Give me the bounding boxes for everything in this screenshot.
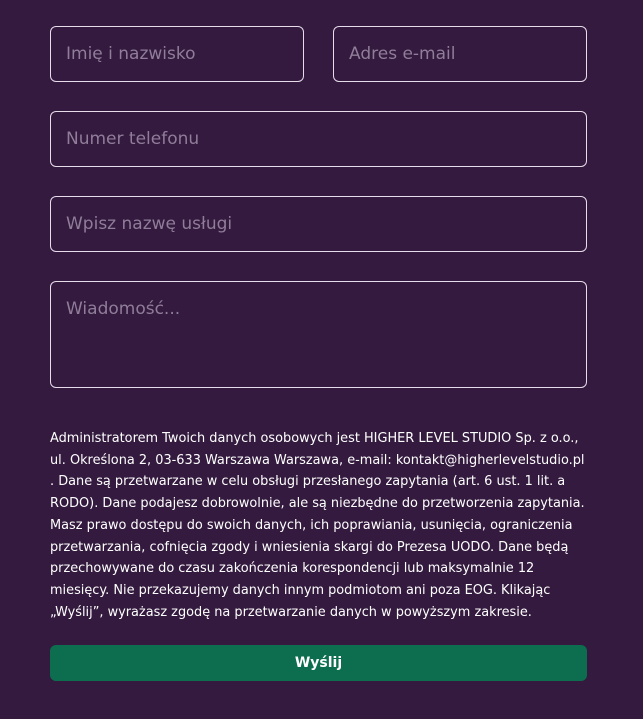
submit-button[interactable]: Wyślij — [50, 645, 587, 682]
gdpr-consent-text: Administratorem Twoich danych osobowych … — [50, 431, 585, 620]
name-input[interactable] — [50, 26, 304, 82]
phone-input[interactable] — [50, 111, 587, 167]
email-input[interactable] — [333, 26, 587, 82]
service-input[interactable] — [50, 196, 587, 252]
message-textarea[interactable] — [50, 281, 587, 388]
contact-form: Administratorem Twoich danych osobowych … — [50, 26, 587, 682]
name-email-row — [50, 26, 587, 82]
